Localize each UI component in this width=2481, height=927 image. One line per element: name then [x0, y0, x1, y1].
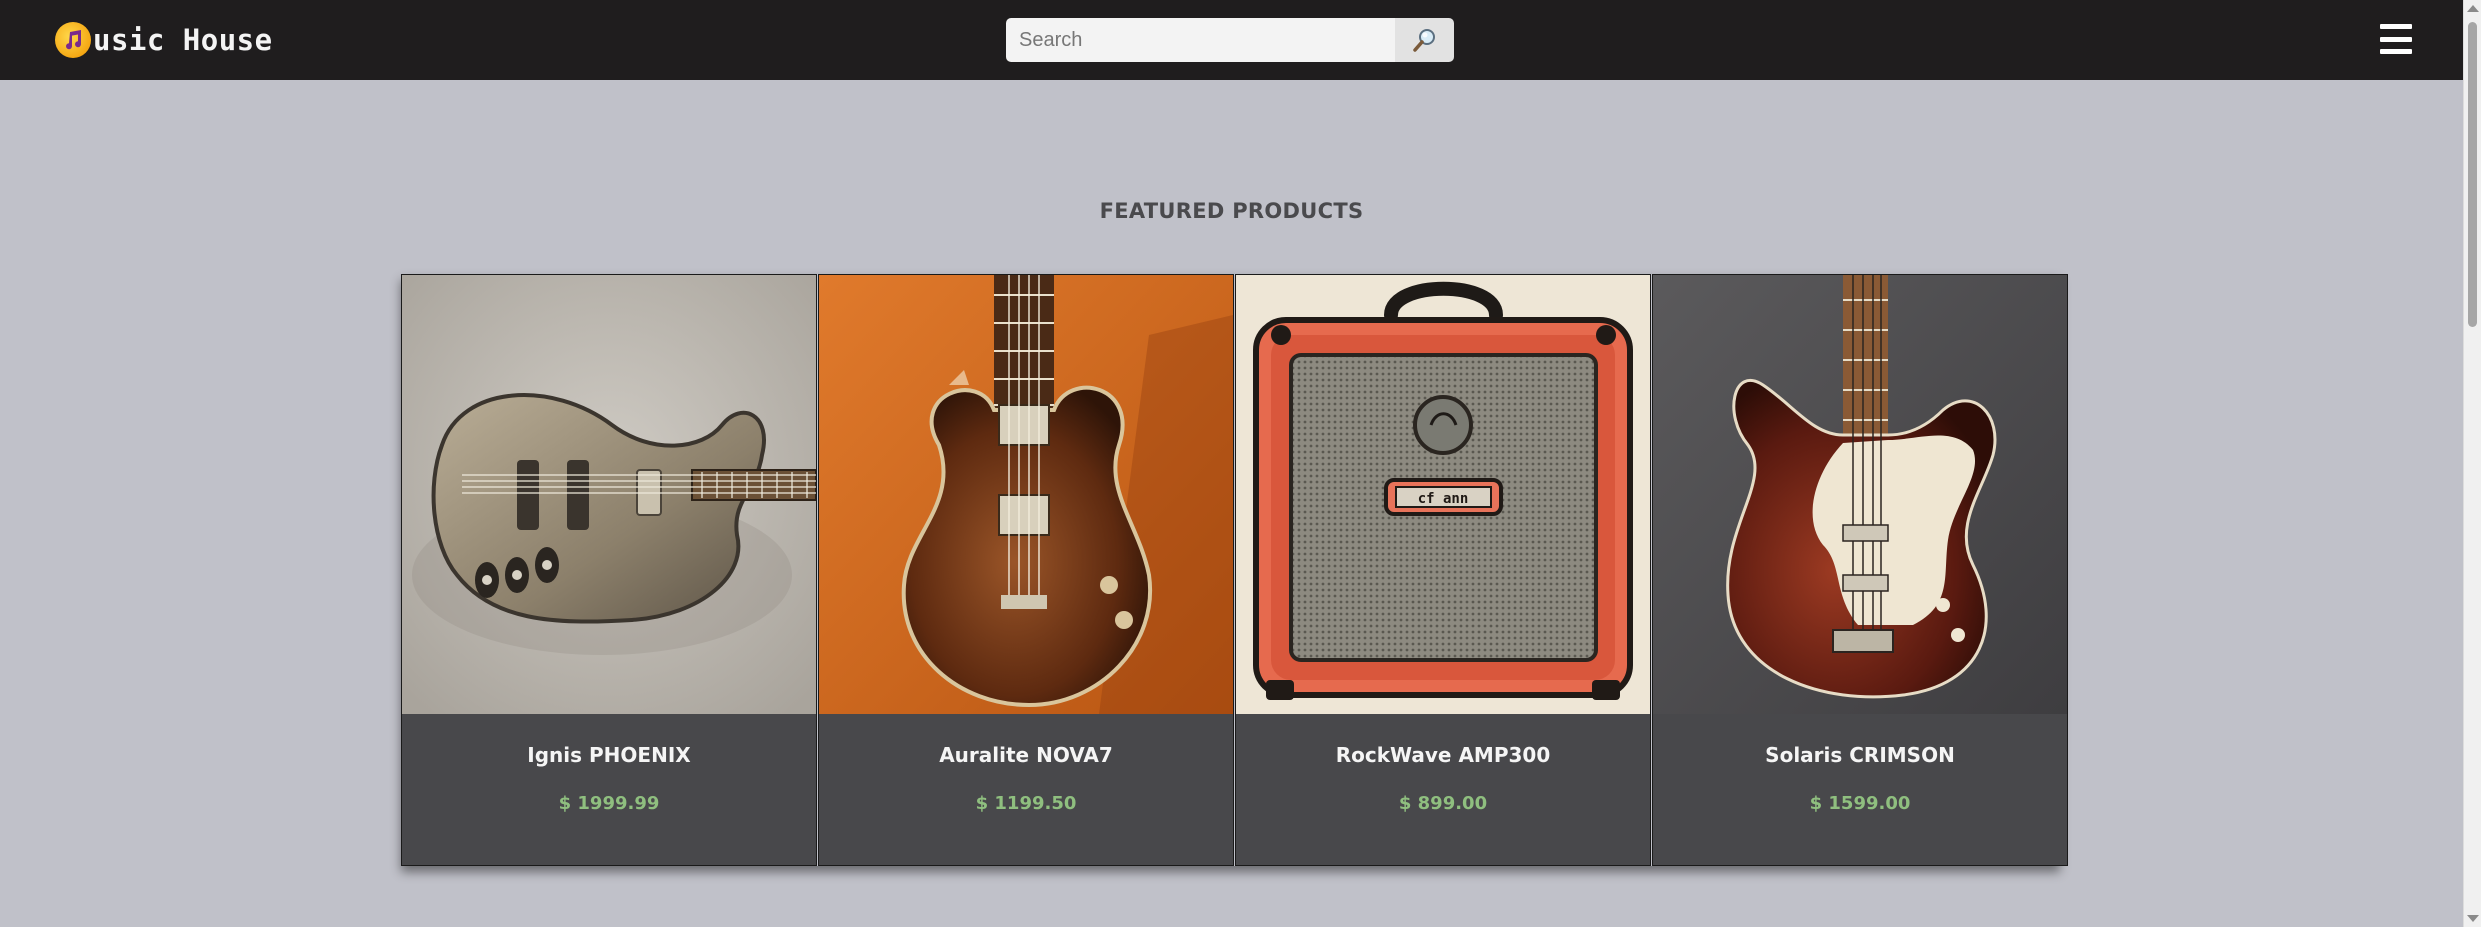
scrollbar-thumb[interactable]	[2468, 22, 2477, 327]
magnifier-icon	[1412, 29, 1435, 52]
product-image: cf ann	[1236, 275, 1650, 714]
scroll-up-arrow-icon[interactable]	[2467, 5, 2479, 12]
product-name: Ignis PHOENIX	[527, 743, 691, 767]
product-card[interactable]: Auralite NOVA7 $ 1199.50	[818, 274, 1234, 866]
search-button[interactable]	[1395, 18, 1454, 62]
menu-bar	[2380, 24, 2412, 29]
product-price: $ 899.00	[1398, 793, 1488, 814]
scroll-down-arrow-icon[interactable]	[2467, 915, 2479, 922]
product-image	[402, 275, 816, 714]
brand-link[interactable]: usic House	[55, 22, 273, 58]
product-price: $ 1599.00	[1809, 793, 1911, 814]
navbar: usic House	[0, 0, 2463, 80]
menu-bar	[2380, 36, 2412, 42]
product-price: $ 1199.50	[975, 793, 1077, 814]
product-image	[819, 275, 1233, 714]
product-name: Solaris CRIMSON	[1765, 743, 1955, 767]
search-bar	[1006, 18, 1454, 62]
featured-products-grid: Ignis PHOENIX $ 1999.99 Auralite NOVA7 $…	[401, 274, 2068, 866]
brand-name: usic House	[93, 23, 273, 57]
music-note-icon	[55, 22, 91, 58]
product-image	[1653, 275, 2067, 714]
product-name: Auralite NOVA7	[939, 743, 1113, 767]
vertical-scrollbar[interactable]	[2463, 0, 2481, 927]
product-card[interactable]: cf ann RockWave AMP300 $ 899.00	[1235, 274, 1651, 866]
product-price: $ 1999.99	[558, 793, 660, 814]
section-title: FEATURED PRODUCTS	[1099, 199, 1364, 223]
svg-text:cf ann: cf ann	[1418, 491, 1469, 507]
product-card[interactable]: Solaris CRIMSON $ 1599.00	[1652, 274, 2068, 866]
page: usic House FEATURED PRODUCTS	[0, 0, 2481, 927]
menu-bar	[2380, 49, 2412, 54]
product-card[interactable]: Ignis PHOENIX $ 1999.99	[401, 274, 817, 866]
hamburger-menu-icon[interactable]	[2380, 22, 2414, 56]
product-name: RockWave AMP300	[1335, 743, 1551, 767]
search-input[interactable]	[1006, 18, 1395, 62]
